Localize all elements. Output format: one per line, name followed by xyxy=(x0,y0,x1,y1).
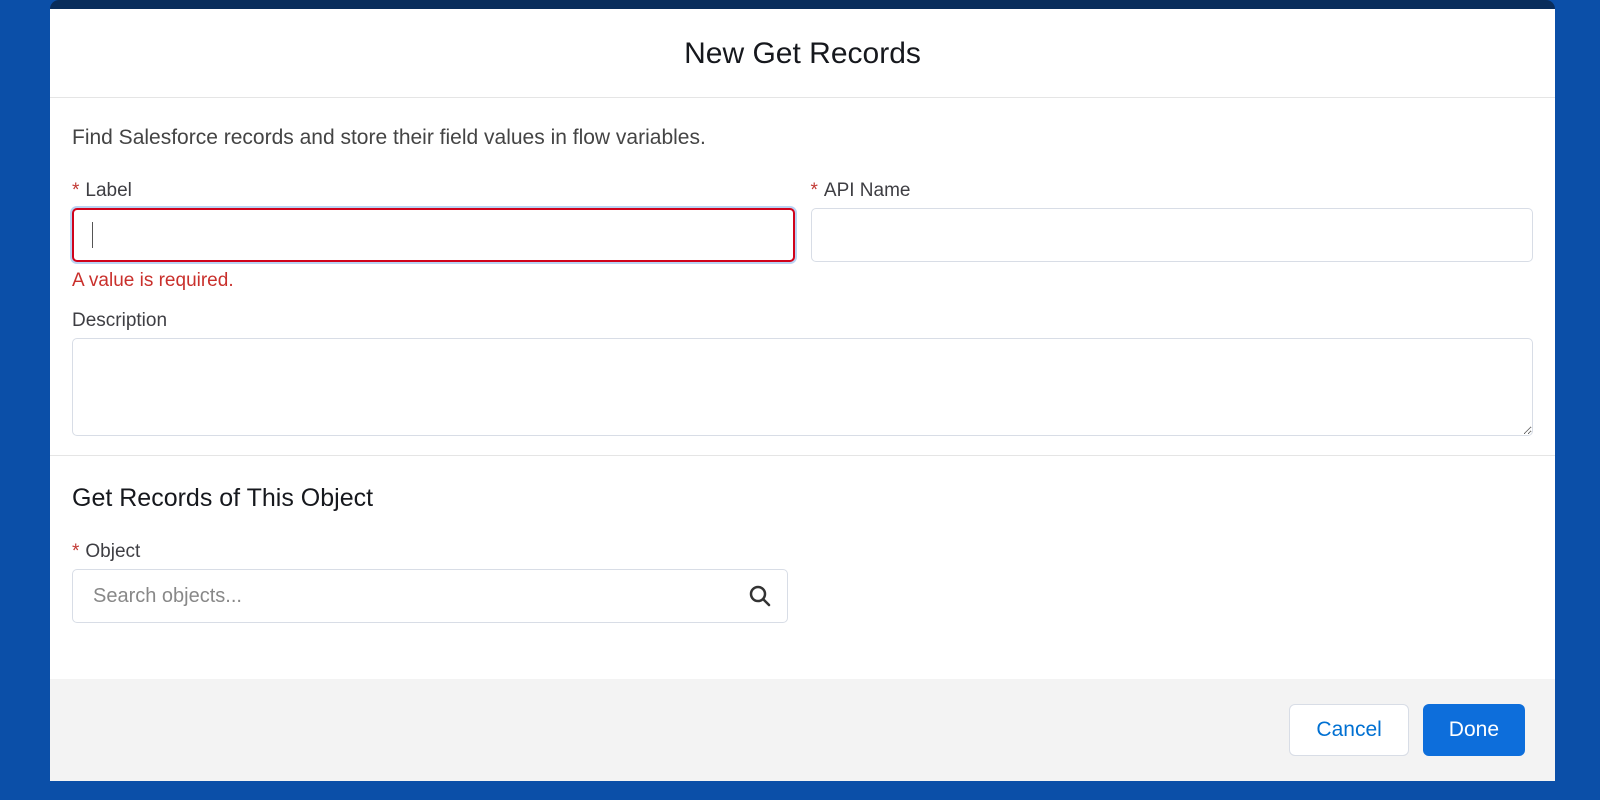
description-input[interactable] xyxy=(72,338,1533,436)
modal-body: Find Salesforce records and store their … xyxy=(50,98,1555,679)
description-field-group: Description xyxy=(72,310,1533,441)
description-field-label: Description xyxy=(72,310,1533,332)
object-section-title: Get Records of This Object xyxy=(72,484,1533,513)
required-asterisk: * xyxy=(811,180,818,202)
label-apiname-row: * Label A value is required. * API Name xyxy=(72,180,1533,292)
modal-header: New Get Records xyxy=(50,9,1555,98)
required-asterisk: * xyxy=(72,541,79,563)
done-button[interactable]: Done xyxy=(1423,704,1525,756)
apiname-text: API Name xyxy=(824,180,911,202)
required-asterisk: * xyxy=(72,180,79,202)
object-field-label: * Object xyxy=(72,541,1533,563)
modal-footer: Cancel Done xyxy=(50,679,1555,781)
apiname-field-group: * API Name xyxy=(811,180,1534,292)
modal-dialog: New Get Records Find Salesforce records … xyxy=(50,9,1555,781)
description-text: Description xyxy=(72,310,167,332)
object-text: Object xyxy=(85,541,140,563)
object-search-input[interactable] xyxy=(72,569,788,623)
modal-title: New Get Records xyxy=(70,37,1535,71)
text-cursor xyxy=(92,222,93,248)
label-field-group: * Label A value is required. xyxy=(72,180,795,292)
apiname-input[interactable] xyxy=(811,208,1534,262)
modal-top-bar xyxy=(50,0,1555,9)
label-field-label: * Label xyxy=(72,180,795,202)
intro-text: Find Salesforce records and store their … xyxy=(72,126,1533,150)
section-divider xyxy=(50,455,1555,456)
cancel-button[interactable]: Cancel xyxy=(1289,704,1408,756)
label-input[interactable] xyxy=(72,208,795,262)
apiname-field-label: * API Name xyxy=(811,180,1534,202)
label-error-message: A value is required. xyxy=(72,270,795,292)
search-icon xyxy=(748,584,772,608)
label-text: Label xyxy=(85,180,132,202)
object-search-wrapper xyxy=(72,569,788,623)
